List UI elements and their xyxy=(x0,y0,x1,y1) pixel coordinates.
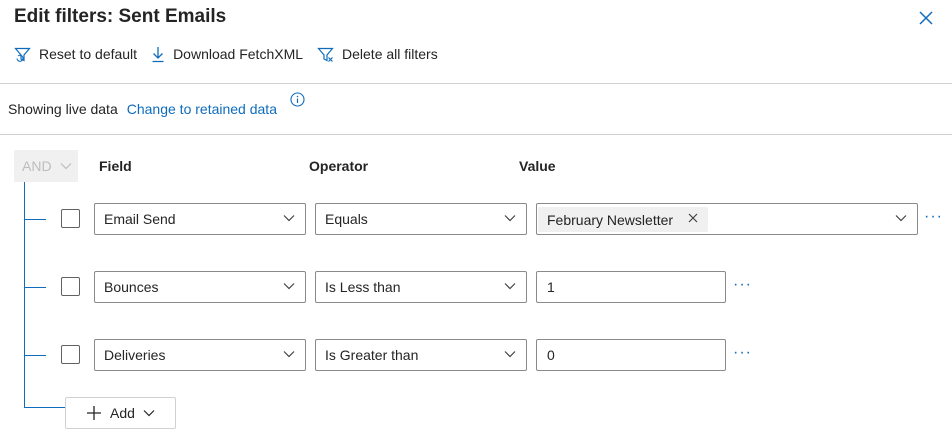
chevron-down-icon xyxy=(283,283,295,290)
field-dropdown[interactable]: Bounces xyxy=(94,271,306,303)
value-tag-label: February Newsletter xyxy=(547,211,674,228)
add-button[interactable]: Add xyxy=(65,397,176,429)
more-icon: ··· xyxy=(733,276,752,293)
tree-branch xyxy=(24,355,46,356)
group-operator-dropdown[interactable]: AND xyxy=(14,150,78,182)
delete-label: Delete all filters xyxy=(342,46,438,62)
chevron-down-icon xyxy=(60,163,71,170)
remove-tag-icon[interactable] xyxy=(688,213,698,223)
divider xyxy=(0,134,952,135)
row-more-button[interactable]: ··· xyxy=(733,344,752,362)
value-input[interactable]: 1 xyxy=(536,271,726,303)
chevron-down-icon xyxy=(895,215,907,222)
add-label: Add xyxy=(110,405,135,421)
tree-connector xyxy=(24,182,25,408)
toolbar: Reset to default Download FetchXML Delet… xyxy=(14,44,452,64)
tree-branch xyxy=(24,407,66,408)
column-header-operator: Operator xyxy=(309,158,369,174)
chevron-down-icon xyxy=(283,215,295,222)
row-checkbox[interactable] xyxy=(61,277,80,296)
value-tag: February Newsletter xyxy=(538,207,708,232)
filter-reset-icon xyxy=(14,47,31,62)
row-more-button[interactable]: ··· xyxy=(924,208,943,226)
data-mode-row: Showing live data Change to retained dat… xyxy=(8,101,277,117)
operator-value: Equals xyxy=(325,211,368,227)
reset-to-default-button[interactable]: Reset to default xyxy=(14,46,137,63)
download-fetchxml-button[interactable]: Download FetchXML xyxy=(151,46,303,63)
field-value: Deliveries xyxy=(104,347,166,363)
more-icon: ··· xyxy=(733,344,752,361)
data-mode-status: Showing live data xyxy=(8,101,118,117)
column-header-field: Field xyxy=(99,158,132,174)
chevron-down-icon xyxy=(143,410,155,417)
chevron-down-icon xyxy=(283,351,295,358)
value-text: 0 xyxy=(547,347,555,363)
filter-delete-icon xyxy=(317,47,334,62)
operator-value: Is Less than xyxy=(325,279,401,295)
chevron-down-icon xyxy=(504,283,516,290)
group-operator-label: AND xyxy=(22,158,52,174)
value-text: 1 xyxy=(547,279,555,295)
change-to-retained-link[interactable]: Change to retained data xyxy=(127,101,277,117)
chevron-down-icon xyxy=(504,351,516,358)
close-button[interactable] xyxy=(918,10,934,26)
more-icon: ··· xyxy=(924,208,943,225)
info-button[interactable] xyxy=(290,92,305,107)
divider xyxy=(0,83,952,84)
download-label: Download FetchXML xyxy=(173,46,304,62)
operator-dropdown[interactable]: Is Greater than xyxy=(315,339,527,371)
download-icon xyxy=(152,46,164,62)
reset-label: Reset to default xyxy=(39,46,138,62)
tree-branch xyxy=(24,287,46,288)
field-value: Bounces xyxy=(104,279,159,295)
operator-dropdown[interactable]: Equals xyxy=(315,203,527,235)
field-dropdown[interactable]: Email Send xyxy=(94,203,306,235)
field-dropdown[interactable]: Deliveries xyxy=(94,339,306,371)
tree-branch xyxy=(24,219,46,220)
plus-icon xyxy=(87,406,101,420)
operator-dropdown[interactable]: Is Less than xyxy=(315,271,527,303)
row-checkbox[interactable] xyxy=(61,345,80,364)
chevron-down-icon xyxy=(504,215,516,222)
operator-value: Is Greater than xyxy=(325,347,419,363)
row-checkbox[interactable] xyxy=(61,209,80,228)
value-input[interactable]: 0 xyxy=(536,339,726,371)
column-header-value: Value xyxy=(519,158,556,174)
delete-all-filters-button[interactable]: Delete all filters xyxy=(317,46,438,63)
close-icon xyxy=(919,11,933,25)
row-more-button[interactable]: ··· xyxy=(733,276,752,294)
field-value: Email Send xyxy=(104,211,176,227)
info-icon xyxy=(290,92,305,107)
page-title: Edit filters: Sent Emails xyxy=(14,6,227,27)
